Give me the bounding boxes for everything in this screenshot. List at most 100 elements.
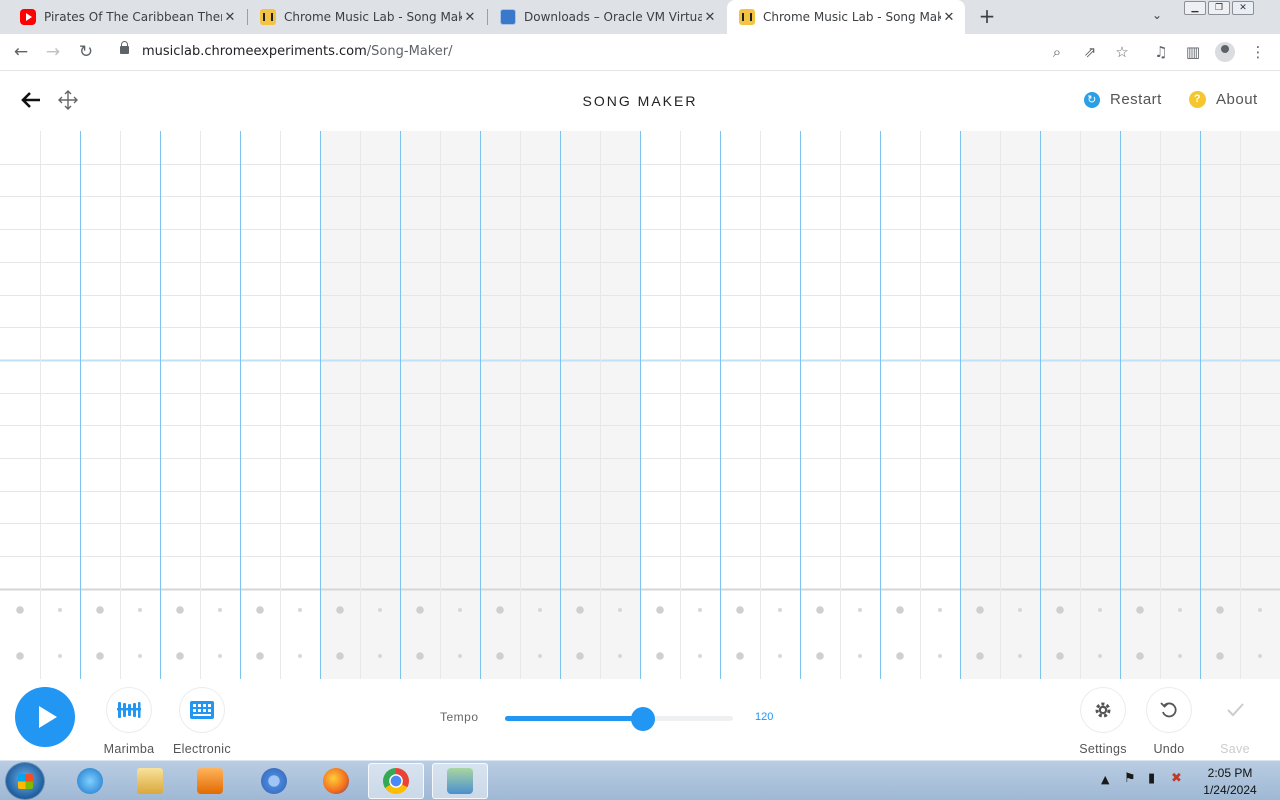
back-icon[interactable]: ← bbox=[9, 40, 33, 64]
tempo-slider-fill bbox=[505, 716, 643, 721]
percussion-dot bbox=[496, 652, 504, 660]
system-clock[interactable]: 2:05 PM 1/24/2024 bbox=[1194, 765, 1266, 799]
percussion-dot bbox=[698, 654, 702, 658]
restart-button[interactable]: ↻ Restart bbox=[1084, 91, 1162, 108]
tab-pirates[interactable]: Pirates Of The Caribbean Theme ✕ bbox=[8, 0, 246, 34]
percussion-dot bbox=[336, 652, 344, 660]
bookmark-star-icon[interactable]: ☆ bbox=[1112, 42, 1132, 62]
taskbar-chrome[interactable] bbox=[368, 763, 424, 799]
percussion-dot bbox=[256, 652, 264, 660]
percussion-dot bbox=[16, 652, 24, 660]
percussion-dot bbox=[1216, 606, 1224, 614]
browser-toolbar: ← → ↻ musiclab.chromeexperiments.com/Son… bbox=[0, 34, 1280, 71]
tempo-label: Tempo bbox=[440, 710, 479, 724]
internet-explorer-icon bbox=[77, 768, 103, 794]
percussion-dot bbox=[858, 654, 862, 658]
percussion-dot bbox=[618, 608, 622, 612]
about-icon: ? bbox=[1189, 91, 1206, 108]
checkmark-icon bbox=[1213, 688, 1257, 732]
play-button[interactable] bbox=[15, 687, 75, 747]
tab-song-maker-active[interactable]: Chrome Music Lab - Song Maker ✕ bbox=[727, 0, 965, 34]
percussion-label: Electronic bbox=[173, 742, 231, 756]
taskbar-internet-explorer[interactable] bbox=[62, 763, 118, 799]
percussion-dot bbox=[416, 652, 424, 660]
tab-title: Chrome Music Lab - Song Maker bbox=[763, 10, 941, 24]
percussion-dot bbox=[976, 606, 984, 614]
instrument-button[interactable]: Marimba bbox=[89, 688, 169, 756]
percussion-dot bbox=[138, 654, 142, 658]
show-hidden-icons-icon[interactable]: ▲ bbox=[1101, 773, 1109, 786]
clock-time: 2:05 PM bbox=[1207, 766, 1253, 780]
browser-tab-strip: Pirates Of The Caribbean Theme ✕ Chrome … bbox=[0, 0, 1280, 34]
side-panel-icon[interactable]: ▥ bbox=[1183, 42, 1203, 62]
note-grid-canvas[interactable] bbox=[0, 131, 1280, 679]
percussion-dot bbox=[58, 654, 62, 658]
power-icon[interactable]: ▮ bbox=[1148, 771, 1155, 786]
close-tab-icon[interactable]: ✕ bbox=[941, 10, 957, 25]
media-controls-icon[interactable]: ♫ bbox=[1151, 42, 1171, 62]
save-label: Save bbox=[1220, 742, 1250, 756]
chrome-icon bbox=[383, 768, 409, 794]
restore-icon[interactable]: ❐ bbox=[1208, 1, 1230, 15]
close-tab-icon[interactable]: ✕ bbox=[702, 10, 718, 25]
percussion-dot bbox=[736, 606, 744, 614]
close-tab-icon[interactable]: ✕ bbox=[462, 10, 478, 25]
percussion-dot bbox=[576, 606, 584, 614]
close-tab-icon[interactable]: ✕ bbox=[222, 10, 238, 25]
percussion-dot bbox=[16, 606, 24, 614]
taskbar-media-player[interactable] bbox=[182, 763, 238, 799]
tab-downloads[interactable]: Downloads – Oracle VM VirtualBox ✕ bbox=[488, 0, 726, 34]
tab-search-chevron-icon[interactable]: ⌄ bbox=[1152, 8, 1162, 22]
tempo-slider[interactable] bbox=[505, 707, 733, 731]
address-bar[interactable]: musiclab.chromeexperiments.com/Song-Make… bbox=[108, 37, 1138, 67]
percussion-dot bbox=[938, 654, 942, 658]
window-controls: ▁ ❐ ✕ bbox=[1184, 1, 1254, 15]
percussion-dot bbox=[256, 606, 264, 614]
windows-taskbar: ▲ ⚑ ▮ ✖ 2:05 PM 1/24/2024 bbox=[0, 760, 1280, 800]
url-domain: musiclab.chromeexperiments.com bbox=[142, 44, 367, 59]
virtualbox-icon bbox=[500, 9, 516, 25]
percussion-dot bbox=[416, 606, 424, 614]
percussion-dot bbox=[1136, 606, 1144, 614]
percussion-dot bbox=[1258, 654, 1262, 658]
percussion-button[interactable]: Electronic bbox=[162, 688, 242, 756]
share-icon[interactable]: ⇗ bbox=[1080, 42, 1100, 62]
minimize-icon[interactable]: ▁ bbox=[1184, 1, 1206, 15]
start-button[interactable] bbox=[5, 762, 45, 800]
tab-song-maker-1[interactable]: Chrome Music Lab - Song Maker ✕ bbox=[248, 0, 486, 34]
profile-avatar-icon[interactable] bbox=[1215, 42, 1235, 62]
note-grid[interactable] bbox=[0, 131, 1280, 679]
taskbar-file-explorer[interactable] bbox=[122, 763, 178, 799]
percussion-dot bbox=[976, 652, 984, 660]
lock-icon[interactable] bbox=[120, 41, 129, 54]
tempo-value: 120 bbox=[755, 711, 774, 723]
forward-icon[interactable]: → bbox=[41, 40, 65, 64]
percussion-dot bbox=[538, 654, 542, 658]
restart-label: Restart bbox=[1110, 91, 1162, 108]
new-tab-icon[interactable]: + bbox=[976, 5, 998, 27]
about-button[interactable]: ? About bbox=[1189, 91, 1258, 108]
percussion-dot bbox=[1098, 608, 1102, 612]
percussion-dot bbox=[858, 608, 862, 612]
close-window-icon[interactable]: ✕ bbox=[1232, 1, 1254, 15]
zoom-icon[interactable]: ⌕ bbox=[1047, 42, 1067, 62]
chrome-music-lab-icon bbox=[739, 9, 755, 25]
percussion-dot bbox=[778, 608, 782, 612]
electronic-drum-icon bbox=[180, 688, 224, 732]
percussion-dot bbox=[896, 606, 904, 614]
taskbar-users[interactable] bbox=[432, 763, 488, 799]
youtube-icon bbox=[20, 9, 36, 25]
percussion-dot bbox=[96, 606, 104, 614]
taskbar-firefox[interactable] bbox=[308, 763, 364, 799]
percussion-dot bbox=[176, 652, 184, 660]
volume-muted-icon[interactable]: ✖ bbox=[1171, 771, 1182, 786]
action-center-flag-icon[interactable]: ⚑ bbox=[1124, 771, 1136, 786]
tab-title: Downloads – Oracle VM VirtualBox bbox=[524, 10, 702, 24]
tempo-slider-thumb[interactable] bbox=[630, 707, 655, 731]
taskbar-chromium[interactable] bbox=[246, 763, 302, 799]
save-button[interactable]: Save bbox=[1195, 688, 1275, 756]
percussion-dot bbox=[336, 606, 344, 614]
percussion-dot bbox=[736, 652, 744, 660]
menu-kebab-icon[interactable]: ⋮ bbox=[1248, 42, 1268, 62]
reload-icon[interactable]: ↻ bbox=[74, 40, 98, 64]
